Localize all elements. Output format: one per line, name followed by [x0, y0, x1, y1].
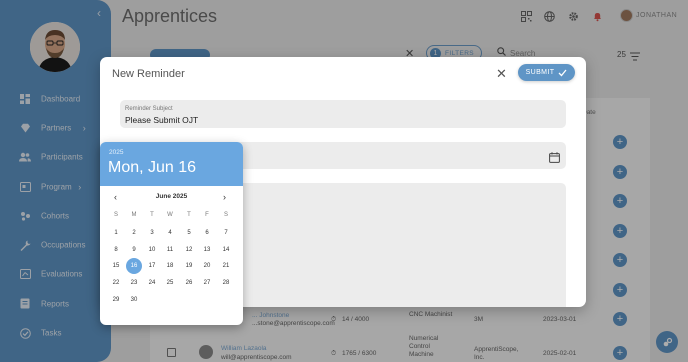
weekday-label: T: [150, 212, 154, 218]
calendar-day[interactable]: 3: [144, 225, 160, 241]
reminder-subject-label: Reminder Subject: [125, 106, 173, 112]
calendar-day[interactable]: 12: [181, 242, 197, 258]
date-picker-header: 2025 Mon, Jun 16: [100, 142, 243, 186]
calendar-day[interactable]: 4: [162, 225, 178, 241]
calendar-day[interactable]: 24: [144, 275, 160, 291]
calendar-day[interactable]: 23: [126, 275, 142, 291]
calendar-day[interactable]: 26: [181, 275, 197, 291]
calendar-day[interactable]: 14: [218, 242, 234, 258]
calendar-day[interactable]: 29: [108, 292, 124, 308]
date-picker: 2025 Mon, Jun 16 ‹ June 2025 › SMTWTFS 1…: [100, 142, 243, 325]
next-month-icon[interactable]: ›: [223, 192, 226, 202]
calendar-day[interactable]: 6: [199, 225, 215, 241]
calendar-day[interactable]: 2: [126, 225, 142, 241]
close-icon[interactable]: ✕: [496, 66, 507, 82]
calendar-day[interactable]: 10: [144, 242, 160, 258]
weekday-label: W: [167, 212, 173, 218]
picker-selected-date: Mon, Jun 16: [108, 159, 197, 176]
calendar-day[interactable]: 9: [126, 242, 142, 258]
calendar-day[interactable]: 13: [199, 242, 215, 258]
calendar-icon[interactable]: [549, 150, 560, 168]
weekday-label: T: [187, 212, 191, 218]
calendar-day[interactable]: 1: [108, 225, 124, 241]
calendar-day[interactable]: 22: [108, 275, 124, 291]
weekday-label: M: [131, 212, 137, 218]
calendar-day[interactable]: 7: [218, 225, 234, 241]
calendar-day[interactable]: 18: [162, 258, 178, 274]
submit-label: SUBMIT: [525, 69, 555, 76]
calendar-day[interactable]: 19: [181, 258, 197, 274]
calendar-day[interactable]: 15: [108, 258, 124, 274]
weekday-label: S: [223, 212, 228, 218]
picker-month-label[interactable]: June 2025: [100, 193, 243, 200]
picker-year[interactable]: 2025: [109, 149, 123, 156]
selected-day[interactable]: 16: [126, 258, 142, 275]
calendar-day[interactable]: 25: [162, 275, 178, 291]
weekday-label: F: [205, 212, 209, 218]
submit-button[interactable]: SUBMIT: [518, 64, 575, 81]
reminder-subject-value: Please Submit OJT: [125, 115, 199, 125]
calendar-day[interactable]: 28: [218, 275, 234, 291]
reminder-subject-field[interactable]: Reminder Subject Please Submit OJT: [120, 100, 566, 128]
dialog-title: New Reminder: [112, 68, 185, 80]
calendar-day[interactable]: 30: [126, 292, 142, 308]
calendar-day[interactable]: 21: [218, 258, 234, 274]
check-icon: [558, 69, 567, 76]
calendar-day[interactable]: 27: [199, 275, 215, 291]
calendar-day[interactable]: 5: [181, 225, 197, 241]
weekday-label: S: [113, 212, 118, 218]
calendar-day[interactable]: 8: [108, 242, 124, 258]
calendar-day[interactable]: 20: [199, 258, 215, 274]
calendar-day[interactable]: 11: [162, 242, 178, 258]
calendar-day[interactable]: 17: [144, 258, 160, 274]
